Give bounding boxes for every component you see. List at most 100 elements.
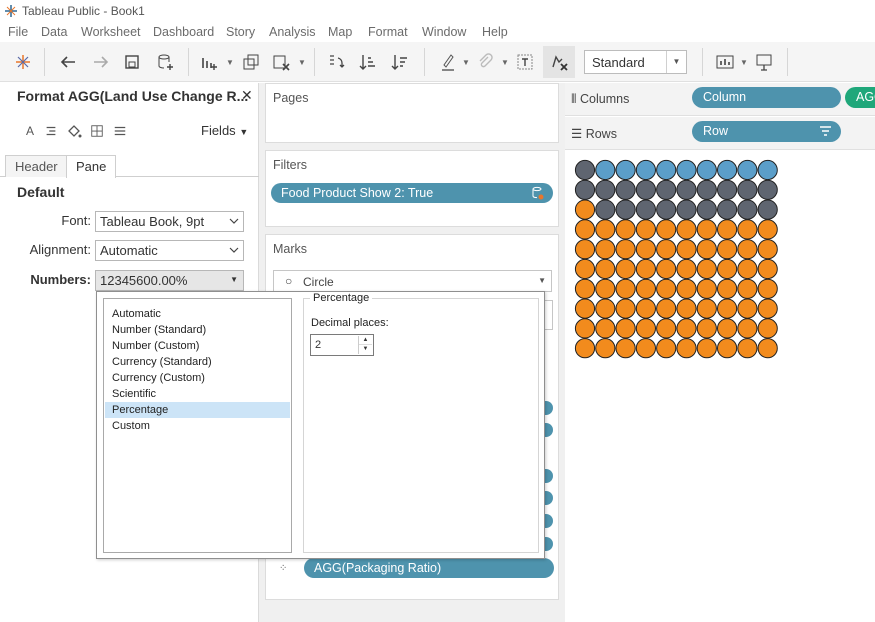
waffle-circle-dark[interactable] [635, 179, 657, 200]
waffle-circle-orange[interactable] [676, 298, 697, 319]
waffle-circle-orange[interactable] [676, 258, 697, 280]
save-icon[interactable] [120, 50, 144, 74]
waffle-circle-orange[interactable] [656, 258, 677, 280]
decimal-places-stepper[interactable]: 2 ▲ ▼ [310, 334, 374, 356]
new-worksheet-icon[interactable] [197, 50, 221, 74]
alignment-format-icon[interactable] [43, 123, 59, 139]
mark-field-pill[interactable] [544, 423, 553, 437]
waffle-circle-orange[interactable] [595, 338, 616, 359]
columns-shelf[interactable]: ⦀ Columns Column AGG [565, 83, 875, 116]
close-icon[interactable]: ✕ [241, 87, 253, 104]
mark-field-pill[interactable] [544, 401, 553, 415]
menu-dashboard[interactable]: Dashboard [153, 25, 214, 39]
waffle-circle-blue[interactable] [717, 159, 738, 181]
waffle-circle-orange[interactable] [595, 298, 616, 319]
waffle-circle-orange[interactable] [717, 239, 738, 260]
waffle-circle-orange[interactable] [757, 298, 778, 319]
waffle-circle-orange[interactable] [615, 278, 636, 299]
duplicate-sheet-icon[interactable] [239, 50, 263, 74]
waffle-circle-orange[interactable] [757, 219, 778, 240]
waffle-circle-orange[interactable] [676, 338, 697, 359]
format-option-number-standard[interactable]: Number (Standard) [105, 322, 290, 338]
waffle-circle-dark[interactable] [676, 179, 697, 200]
chevron-down-icon[interactable]: ▼ [298, 58, 306, 67]
redo-icon[interactable] [89, 50, 113, 74]
waffle-circle-orange[interactable] [656, 219, 677, 240]
waffle-circle-orange[interactable] [574, 278, 596, 299]
waffle-circle-dark[interactable] [595, 199, 616, 220]
waffle-circle-orange[interactable] [595, 219, 616, 240]
format-option-scientific[interactable]: Scientific [105, 386, 290, 402]
waffle-circle-orange[interactable] [757, 239, 778, 260]
shading-format-icon[interactable] [66, 123, 82, 139]
waffle-circle-orange[interactable] [656, 338, 677, 359]
waffle-circle-orange[interactable] [737, 219, 758, 240]
waffle-circle-orange[interactable] [757, 278, 778, 299]
alignment-select[interactable]: Automatic [95, 240, 244, 261]
waffle-circle-orange[interactable] [595, 278, 616, 299]
waffle-circle-dark[interactable] [717, 199, 738, 220]
mark-type-select[interactable]: ○ Circle ▼ [273, 270, 552, 292]
filter-pill[interactable]: Food Product Show 2: True [271, 183, 553, 203]
format-option-percentage[interactable]: Percentage [105, 402, 290, 418]
waffle-circle-blue[interactable] [757, 159, 778, 181]
waffle-circle-orange[interactable] [696, 338, 717, 359]
new-datasource-icon[interactable] [153, 50, 177, 74]
waffle-circle-dark[interactable] [737, 199, 758, 220]
waffle-circle-orange[interactable] [737, 258, 758, 280]
mark-field-pill[interactable] [544, 514, 553, 528]
chevron-down-icon[interactable]: ▼ [462, 58, 470, 67]
chevron-down-icon[interactable]: ▼ [501, 58, 509, 67]
stepper-buttons[interactable]: ▲ ▼ [358, 336, 372, 354]
waffle-circle-blue[interactable] [635, 159, 657, 181]
waffle-circle-orange[interactable] [574, 239, 596, 260]
waffle-circle-orange[interactable] [595, 318, 616, 339]
pages-card[interactable]: Pages [265, 83, 559, 143]
waffle-circle-orange[interactable] [717, 338, 738, 359]
waffle-circle-orange[interactable] [717, 298, 738, 319]
sort-ascending-icon[interactable] [356, 50, 380, 74]
menu-worksheet[interactable]: Worksheet [81, 25, 141, 39]
row-pill[interactable]: Row [692, 121, 841, 142]
waffle-circle-orange[interactable] [635, 318, 657, 339]
waffle-circle-orange[interactable] [696, 278, 717, 299]
waffle-circle-dark[interactable] [656, 199, 677, 220]
waffle-circle-orange[interactable] [574, 298, 596, 319]
waffle-circle-orange[interactable] [656, 318, 677, 339]
waffle-circle-orange[interactable] [737, 318, 758, 339]
waffle-circle-dark[interactable] [656, 179, 677, 200]
waffle-circle-dark[interactable] [696, 179, 717, 200]
waffle-circle-orange[interactable] [635, 219, 657, 240]
waffle-circle-orange[interactable] [676, 239, 697, 260]
mark-field-pill[interactable] [544, 469, 553, 483]
waffle-circle-orange[interactable] [635, 338, 657, 359]
stepper-down-icon[interactable]: ▼ [359, 345, 372, 354]
waffle-circle-dark[interactable] [757, 179, 778, 200]
waffle-circle-orange[interactable] [676, 278, 697, 299]
number-format-list[interactable]: Automatic Number (Standard) Number (Cust… [103, 298, 292, 553]
font-select[interactable]: Tableau Book, 9pt [95, 211, 244, 232]
waffle-circle-orange[interactable] [615, 318, 636, 339]
waffle-circle-orange[interactable] [676, 318, 697, 339]
menu-help[interactable]: Help [482, 25, 508, 39]
waffle-circle-dark[interactable] [737, 179, 758, 200]
waffle-circle-orange[interactable] [635, 239, 657, 260]
filters-card[interactable]: Filters Food Product Show 2: True [265, 150, 559, 227]
waffle-circle-orange[interactable] [656, 278, 677, 299]
waffle-circle-blue[interactable] [737, 159, 758, 181]
waffle-circle-orange[interactable] [696, 318, 717, 339]
waffle-circle-orange[interactable] [574, 219, 596, 240]
waffle-circle-dark[interactable] [615, 199, 636, 220]
marks-button-row[interactable] [545, 300, 553, 330]
menu-format[interactable]: Format [368, 25, 408, 39]
waffle-circle-orange[interactable] [574, 338, 596, 359]
waffle-circle-orange[interactable] [615, 338, 636, 359]
tab-pane[interactable]: Pane [66, 155, 117, 178]
waffle-circle-orange[interactable] [615, 239, 636, 260]
tableau-home-icon[interactable] [11, 50, 35, 74]
waffle-circle-orange[interactable] [635, 258, 657, 280]
rows-shelf[interactable]: ☰ Rows Row [565, 117, 875, 150]
format-option-number-custom[interactable]: Number (Custom) [105, 338, 290, 354]
waffle-circle-orange[interactable] [656, 239, 677, 260]
waffle-circle-orange[interactable] [717, 318, 738, 339]
